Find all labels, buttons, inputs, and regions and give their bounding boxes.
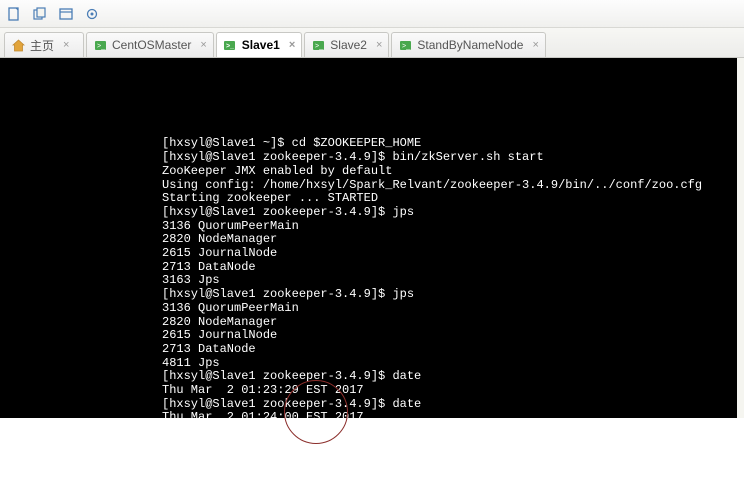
toolbar-gear-icon[interactable]	[84, 6, 100, 22]
tab-slave2[interactable]: >_ Slave2 ×	[304, 32, 389, 57]
close-icon[interactable]: ×	[289, 40, 295, 51]
tab-label: 主页	[30, 37, 54, 54]
toolbar-copy-icon[interactable]	[32, 6, 48, 22]
tab-standbynamenode[interactable]: >_ StandByNameNode ×	[391, 32, 546, 57]
svg-text:>_: >_	[402, 43, 410, 50]
terminal-icon: >_	[93, 38, 107, 52]
tab-label: Slave1	[242, 38, 280, 52]
tabs-bar: 主页 × >_ CentOSMaster × >_ Slave1 × >_ Slave2 × >_ St…	[0, 28, 744, 58]
terminal-icon: >_	[398, 38, 412, 52]
svg-text:>_: >_	[226, 43, 234, 50]
close-icon[interactable]: ×	[63, 40, 69, 51]
terminal-line: 3136 QuorumPeerMain	[162, 220, 737, 234]
svg-text:>_: >_	[97, 43, 105, 50]
terminal-icon: >_	[311, 38, 325, 52]
terminal[interactable]: [hxsyl@Slave1 ~]$ cd $ZOOKEEPER_HOME[hxs…	[0, 58, 737, 418]
home-icon	[11, 38, 25, 52]
terminal-line: 2615 JournalNode	[162, 329, 737, 343]
tab-slave1[interactable]: >_ Slave1 ×	[216, 32, 302, 57]
toolbar-file-icon[interactable]	[6, 6, 22, 22]
terminal-line: [hxsyl@Slave1 zookeeper-3.4.9]$ jps	[162, 288, 737, 302]
tab-主页[interactable]: 主页 ×	[4, 32, 84, 57]
terminal-line: [hxsyl@Slave1 zookeeper-3.4.9]$ date	[162, 398, 737, 412]
close-icon[interactable]: ×	[200, 40, 206, 51]
terminal-line: 2615 JournalNode	[162, 247, 737, 261]
toolbar	[0, 0, 744, 28]
tab-centosmaster[interactable]: >_ CentOSMaster ×	[86, 32, 214, 57]
terminal-icon: >_	[223, 38, 237, 52]
cursor	[394, 431, 401, 433]
terminal-line: ZooKeeper JMX enabled by default	[162, 165, 737, 179]
tab-label: Slave2	[330, 38, 367, 52]
terminal-line: 2820 NodeManager	[162, 316, 737, 330]
terminal-line: 2820 NodeManager	[162, 233, 737, 247]
terminal-line: [hxsyl@Slave1 zookeeper-3.4.9]$ date	[162, 370, 737, 384]
terminal-line: [hxsyl@Slave1 zookeeper-3.4.9]$ bin/zkSe…	[162, 151, 737, 165]
terminal-line: [hxsyl@Slave1 zookeeper-3.4.9]$ jps	[162, 206, 737, 220]
close-icon[interactable]: ×	[532, 40, 538, 51]
terminal-line: [hxsyl@Slave1 zookeeper-3.4.9]$	[162, 425, 737, 439]
svg-text:>_: >_	[315, 43, 323, 50]
terminal-line: Thu Mar 2 01:24:00 EST 2017	[162, 411, 737, 425]
terminal-line: 2713 DataNode	[162, 343, 737, 357]
terminal-line: Starting zookeeper ... STARTED	[162, 192, 737, 206]
tab-label: CentOSMaster	[112, 38, 191, 52]
tab-label: StandByNameNode	[417, 38, 523, 52]
terminal-line: 2713 DataNode	[162, 261, 737, 275]
terminal-line: 4811 Jps	[162, 357, 737, 371]
terminal-line: Thu Mar 2 01:23:29 EST 2017	[162, 384, 737, 398]
close-icon[interactable]: ×	[376, 40, 382, 51]
toolbar-window-icon[interactable]	[58, 6, 74, 22]
terminal-line: Using config: /home/hxsyl/Spark_Relvant/…	[162, 179, 737, 193]
terminal-line: [hxsyl@Slave1 ~]$ cd $ZOOKEEPER_HOME	[162, 137, 737, 151]
terminal-line: 3136 QuorumPeerMain	[162, 302, 737, 316]
terminal-line: 3163 Jps	[162, 274, 737, 288]
